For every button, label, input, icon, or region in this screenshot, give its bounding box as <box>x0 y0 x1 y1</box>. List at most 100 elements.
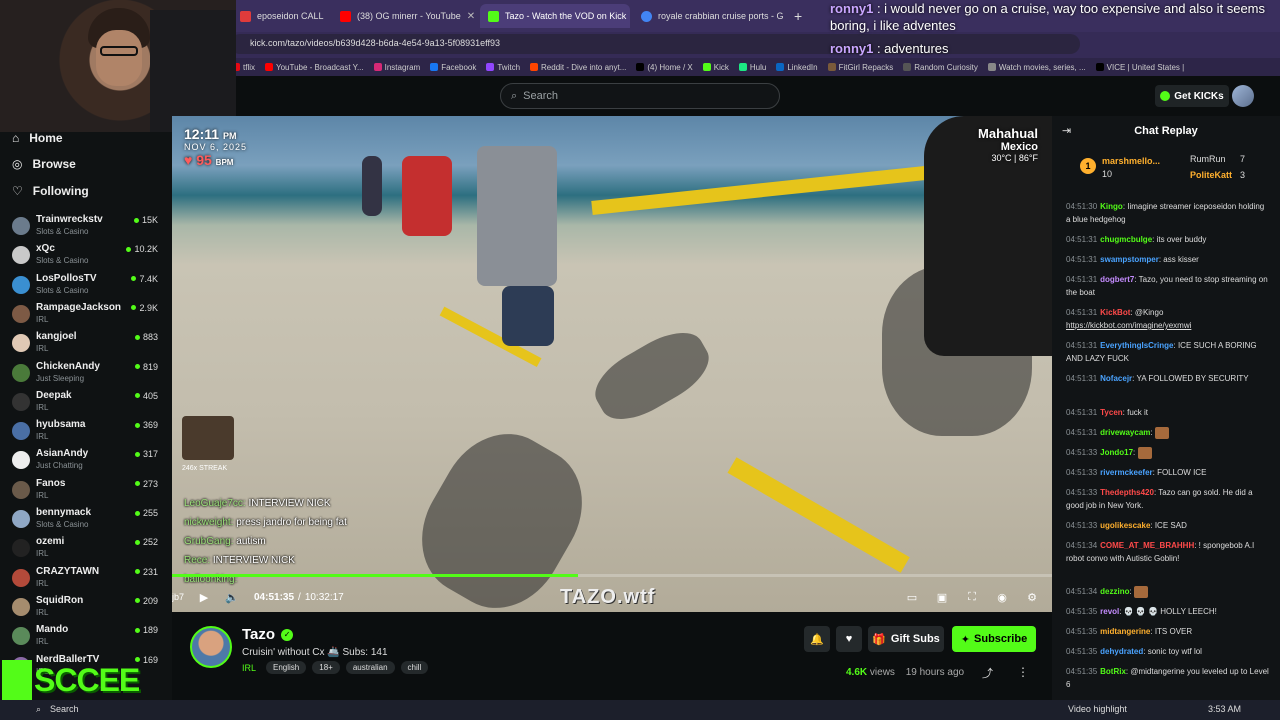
settings-gear-icon[interactable]: ⚙ <box>1024 589 1040 605</box>
bookmark-item[interactable]: Kick <box>702 63 729 72</box>
bookmark-item[interactable]: (4) Home / X <box>636 63 693 72</box>
message-username[interactable]: Kingo <box>1100 202 1123 211</box>
sidebar-channel[interactable]: bennymack Slots & Casino 255 <box>12 507 162 536</box>
message-username[interactable]: drivewaycam <box>1100 428 1150 437</box>
sidebar-channel[interactable]: RampageJackson IRL 2.9K <box>12 302 162 331</box>
message-username[interactable]: KickBot <box>1100 308 1130 317</box>
follow-heart-button[interactable]: ♥ <box>836 626 862 652</box>
more-options-icon[interactable]: ⋮ <box>1017 665 1029 679</box>
sidebar-channel[interactable]: SquidRon IRL 209 <box>12 595 162 624</box>
tag-chip[interactable]: chill <box>400 661 429 674</box>
gift-subs-button[interactable]: 🎁 Gift Subs <box>868 626 944 652</box>
leader-name[interactable]: PoliteKatt <box>1190 170 1232 180</box>
share-icon[interactable]: ⤴ <box>982 665 993 681</box>
leader-name[interactable]: marshmello... <box>1102 156 1160 166</box>
video-highlight-label[interactable]: Video highlight <box>1068 704 1127 714</box>
fullscreen-icon[interactable]: ⛶ <box>964 589 980 605</box>
category-link[interactable]: IRL <box>242 663 256 673</box>
sidebar-channel[interactable]: LosPollosTV Slots & Casino 7.4K <box>12 273 162 302</box>
stream-title: Cruisin' without Cx 🚢 Subs: 141 <box>242 647 388 658</box>
subscribe-button[interactable]: ✦ Subscribe <box>952 626 1036 652</box>
channel-category: Just Chatting <box>36 461 83 471</box>
windows-taskbar: ⌕ Search Video highlight 3:53 AM <box>0 700 1280 720</box>
message-link[interactable]: https://kickbot.com/imagine/yexmwi <box>1066 321 1191 330</box>
message-username[interactable]: Nofacejr <box>1100 374 1132 383</box>
message-timestamp: 04:51:31 <box>1066 235 1098 244</box>
message-timestamp: 04:51:31 <box>1066 275 1098 284</box>
video-progress-bar[interactable] <box>172 574 1052 577</box>
tag-chip[interactable]: australian <box>345 661 395 674</box>
volume-icon[interactable]: 🔈 <box>224 589 240 605</box>
chat-message: 04:51:33 ugolikescake: ICE SAD <box>1066 519 1270 532</box>
play-icon[interactable]: ▶ <box>196 589 212 605</box>
nav-browse[interactable]: ◎ Browse <box>12 157 76 171</box>
sidebar-channel[interactable]: CRAZYTAWN IRL 231 <box>12 566 162 595</box>
sidebar-channel[interactable]: ozemi IRL 252 <box>12 536 162 565</box>
bookmark-item[interactable]: Random Curiosity <box>903 63 978 72</box>
message-username[interactable]: revol <box>1100 607 1119 616</box>
channel-avatar <box>12 568 30 587</box>
bookmark-item[interactable]: LinkedIn <box>776 63 818 72</box>
sidebar-channel[interactable]: AsianAndy Just Chatting 317 <box>12 448 162 477</box>
tag-chip[interactable]: 18+ <box>312 661 340 674</box>
message-username[interactable]: dezzino <box>1100 587 1129 596</box>
message-username[interactable]: swampstomper <box>1100 255 1159 264</box>
current-time: 04:51:35 <box>254 591 295 603</box>
bookmark-item[interactable]: VICE | United States | <box>1095 63 1184 72</box>
video-player[interactable]: 12:11 PM NOV 6, 2025 ♥ 95 BPM Mahahual M… <box>172 116 1052 612</box>
sidebar-channel[interactable]: Fanos IRL 273 <box>12 478 162 507</box>
message-timestamp: 04:51:31 <box>1066 428 1098 437</box>
message-username[interactable]: BotRix <box>1100 667 1126 676</box>
bookmark-item[interactable]: Reddit - Dive into anyt... <box>530 63 626 72</box>
message-username[interactable]: Thedepths420 <box>1100 488 1154 497</box>
taskbar-search[interactable]: Search <box>50 704 79 714</box>
new-tab-button[interactable]: + <box>786 4 806 28</box>
leader-name[interactable]: RumRun <box>1190 154 1226 164</box>
playback-speed-icon[interactable]: ◉ <box>994 589 1010 605</box>
bookmark-item[interactable]: Facebook <box>430 63 476 72</box>
nav-following[interactable]: ♡ Following <box>12 184 89 198</box>
user-avatar[interactable] <box>1232 85 1254 107</box>
message-username[interactable]: rivermckeefer <box>1100 468 1152 477</box>
sidebar-channel[interactable]: Trainwreckstv Slots & Casino 15K <box>12 214 162 243</box>
bookmark-item[interactable]: Twitch <box>486 63 520 72</box>
message-username[interactable]: ugolikescake <box>1100 521 1150 530</box>
message-username[interactable]: midtangerine <box>1100 627 1150 636</box>
nav-home[interactable]: ⌂ Home <box>12 131 63 145</box>
browser-tab[interactable]: (38) OG minerr - YouTube ✕ <box>332 4 477 28</box>
message-username[interactable]: COME_AT_ME_BRAHHH <box>1100 541 1194 550</box>
close-tab-icon[interactable]: ✕ <box>467 11 475 22</box>
bookmark-item[interactable]: FitGirl Repacks <box>827 63 893 72</box>
search-input[interactable]: ⌕ Search <box>500 83 780 109</box>
sidebar-channel[interactable]: kangjoel IRL 883 <box>12 331 162 360</box>
browser-tab[interactable]: royale crabbian cruise ports - G✕ <box>633 4 783 28</box>
sidebar-channel[interactable]: ChickenAndy Just Sleeping 819 <box>12 361 162 390</box>
message-text: : its over buddy <box>1152 235 1207 244</box>
viewer-count: 10.2K <box>126 244 158 254</box>
bookmark-item[interactable]: Hulu <box>738 63 766 72</box>
bookmark-item[interactable]: YouTube - Broadcast Y... <box>265 63 364 72</box>
sidebar-channel[interactable]: xQc Slots & Casino 10.2K <box>12 243 162 272</box>
browser-tab-active[interactable]: Tazo - Watch the VOD on Kick✕ <box>480 4 630 28</box>
bookmark-item[interactable]: Instagram <box>373 63 420 72</box>
streamer-name[interactable]: Tazo <box>242 626 275 643</box>
sidebar-channel[interactable]: Deepak IRL 405 <box>12 390 162 419</box>
message-username[interactable]: Tycen <box>1100 408 1123 417</box>
clip-icon[interactable]: ▭ <box>904 589 920 605</box>
chat-message: 04:51:31 EverythingIsCringe: ICE SUCH A B… <box>1066 339 1270 365</box>
message-username[interactable]: dogbert7 <box>1100 275 1134 284</box>
message-username[interactable]: Jondo17 <box>1100 448 1133 457</box>
browser-tab[interactable]: eposeidon CALLS OUT T✕ <box>232 4 324 28</box>
sidebar-channel[interactable]: hyubsama IRL 369 <box>12 419 162 448</box>
message-username[interactable]: chugmcbulge <box>1100 235 1152 244</box>
compass-icon: ◎ <box>12 157 23 171</box>
notification-bell-button[interactable]: 🔔 <box>804 626 830 652</box>
tag-chip[interactable]: English <box>266 661 307 674</box>
get-kicks-button[interactable]: Get KICKs <box>1155 85 1229 107</box>
message-username[interactable]: dehydrated <box>1100 647 1143 656</box>
bookmark-item[interactable]: Watch movies, series, ... <box>987 63 1086 72</box>
channel-avatar <box>12 246 30 265</box>
sidebar-channel[interactable]: Mando IRL 189 <box>12 624 162 653</box>
theater-mode-icon[interactable]: ▣ <box>934 589 950 605</box>
message-username[interactable]: EverythingIsCringe <box>1100 341 1173 350</box>
